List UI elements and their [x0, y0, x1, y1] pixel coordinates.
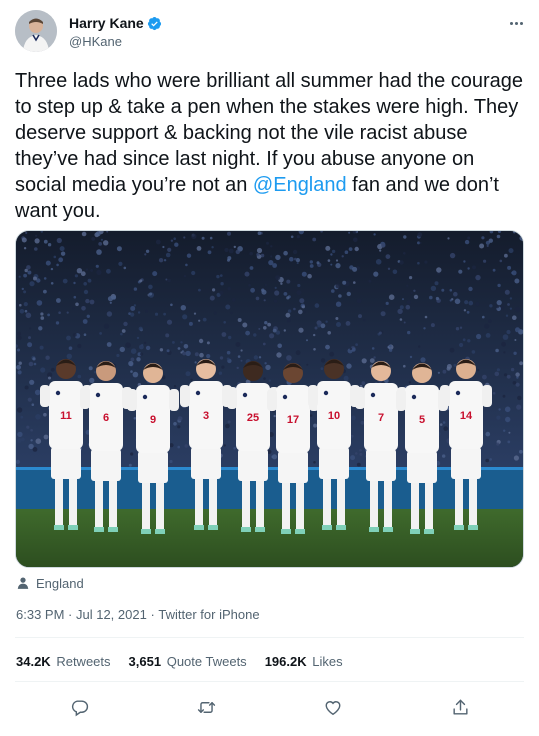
retweets-label: Retweets: [56, 654, 111, 669]
share-icon[interactable]: [447, 694, 473, 720]
shirt-number: 7: [378, 412, 384, 424]
shirt-number: 17: [287, 414, 299, 426]
tweet-time[interactable]: 6:33 PM: [16, 607, 64, 622]
retweets-stat[interactable]: 34.2K Retweets: [16, 654, 111, 669]
shirt-number: 10: [328, 410, 340, 422]
like-icon[interactable]: [320, 694, 346, 720]
engagement-stats: 34.2K Retweets 3,651 Quote Tweets 196.2K…: [16, 654, 343, 669]
shirt-number: 3: [203, 410, 209, 422]
person-icon: [17, 577, 29, 589]
quote-tweets-stat[interactable]: 3,651 Quote Tweets: [129, 654, 247, 669]
tweet-date[interactable]: Jul 12, 2021: [76, 607, 147, 622]
location[interactable]: England: [16, 574, 84, 592]
shirt-number: 11: [60, 410, 72, 422]
quote-tweets-label: Quote Tweets: [166, 654, 247, 669]
mention-link[interactable]: @England: [253, 174, 347, 196]
team-photo: 11 6 9 3 25 17 10 7 5 14: [16, 231, 523, 567]
verified-badge-icon: [147, 16, 162, 31]
retweets-count: 34.2K: [16, 654, 51, 669]
likes-count: 196.2K: [264, 654, 307, 669]
meta-separator: ·: [64, 607, 76, 622]
likes-label: Likes: [312, 654, 343, 669]
divider: [15, 681, 524, 682]
quote-tweets-count: 3,651: [128, 654, 162, 669]
avatar[interactable]: [15, 10, 57, 52]
location-label: England: [36, 575, 84, 591]
likes-stat[interactable]: 196.2K Likes: [265, 654, 343, 669]
action-bar: [0, 694, 539, 720]
tweet-meta: 6:33 PM · Jul 12, 2021 · Twitter for iPh…: [16, 607, 260, 622]
author-handle[interactable]: @HKane: [69, 34, 122, 49]
shirt-number: 6: [103, 412, 109, 424]
shirt-number: 25: [247, 412, 259, 424]
tweet-text: Three lads who were brilliant all summer…: [15, 68, 527, 224]
shirt-number: 14: [460, 410, 473, 422]
reply-icon[interactable]: [66, 694, 92, 720]
tweet: Harry Kane @HKane Three lads who were br…: [0, 0, 539, 736]
divider: [15, 637, 524, 638]
meta-separator: ·: [146, 607, 159, 622]
retweet-icon[interactable]: [193, 694, 219, 720]
shirt-number: 5: [419, 414, 425, 426]
shirt-number: 9: [150, 414, 156, 426]
tweet-media-image[interactable]: 11 6 9 3 25 17 10 7 5 14: [15, 230, 524, 568]
author-name[interactable]: Harry Kane: [69, 15, 144, 31]
more-options-icon[interactable]: [507, 14, 525, 32]
tweet-source[interactable]: Twitter for iPhone: [158, 607, 259, 622]
